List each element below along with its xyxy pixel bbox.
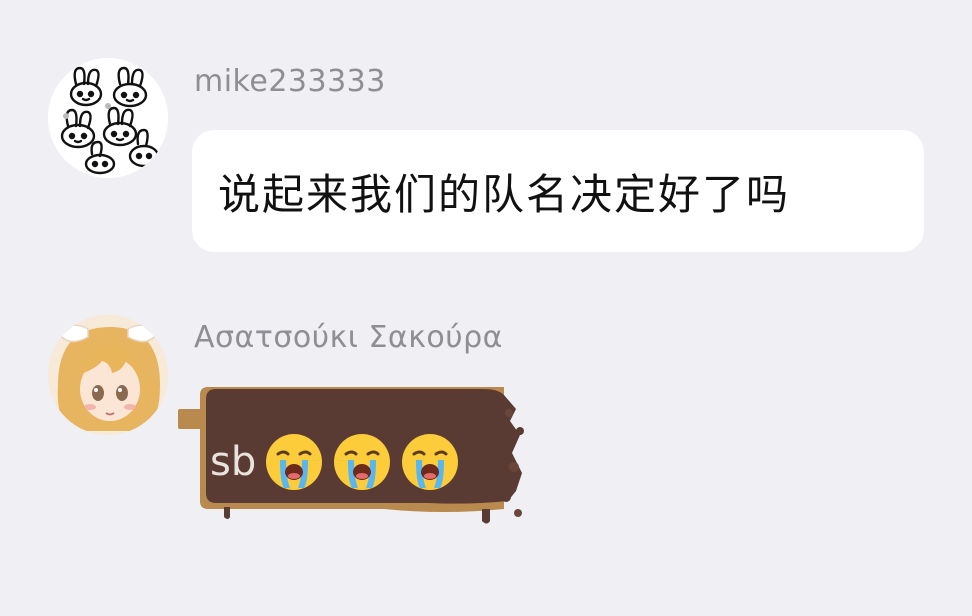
- sender-name: mike233333: [194, 64, 386, 99]
- sender-name: Ασατσούκι Σακούρα: [194, 320, 503, 355]
- message-text-container: sb: [210, 427, 460, 497]
- loudly-crying-face-icon: [400, 432, 460, 492]
- message-text: sb: [210, 439, 257, 485]
- avatar[interactable]: [48, 315, 168, 435]
- message-bubble[interactable]: 说起来我们的队名决定好了吗: [192, 130, 924, 252]
- anime-girl-icon: [48, 315, 168, 435]
- loudly-crying-face-icon: [332, 432, 392, 492]
- avatar[interactable]: [48, 58, 168, 178]
- message-text: 说起来我们的队名决定好了吗: [218, 169, 791, 219]
- rabbit-doodle-icon: [48, 58, 168, 178]
- loudly-crying-face-icon: [264, 432, 324, 492]
- chocolate-bar-bubble[interactable]: sb: [176, 385, 536, 530]
